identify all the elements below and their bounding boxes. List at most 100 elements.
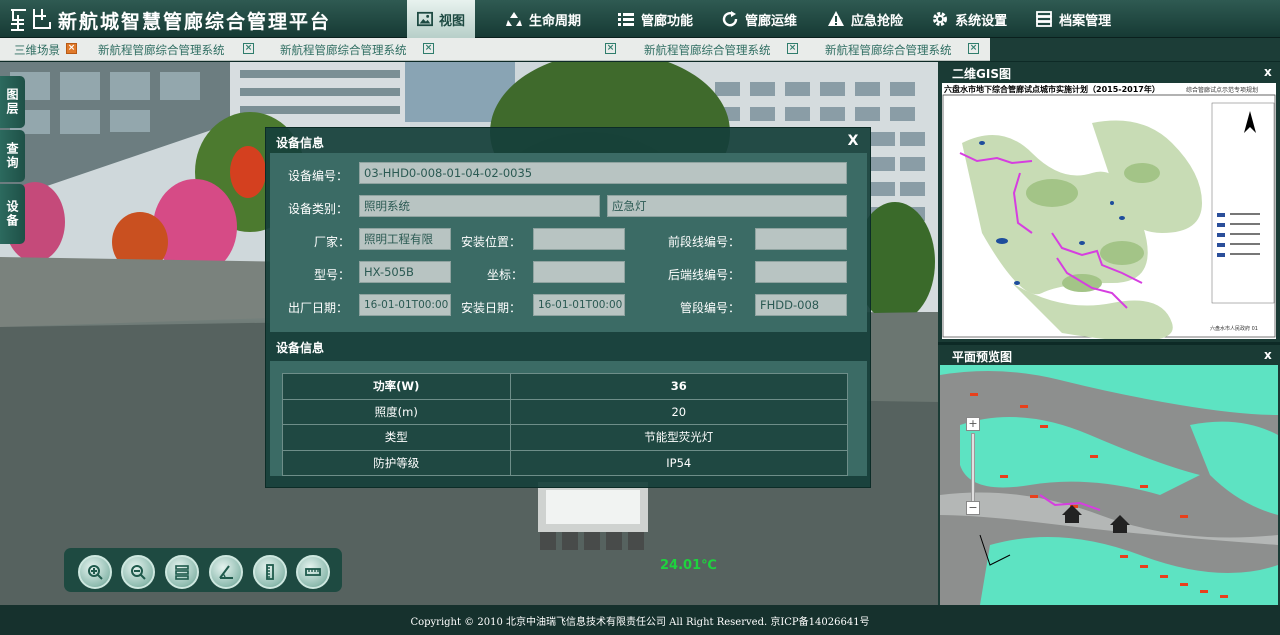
tab-3d-scene[interactable]: 三维场景 [14, 38, 60, 61]
nav-item-view[interactable]: 视图 [407, 0, 475, 38]
tab-system-3[interactable]: 新航程管廊综合管理系统 [644, 38, 771, 61]
front-line-no-label: 前段线编号： [668, 235, 741, 249]
nav-label: 管廊运维 [745, 13, 798, 29]
side-tab-layers[interactable]: 图层 [0, 76, 25, 128]
nav-item-corridor-functions[interactable]: 管廊功能 [607, 0, 703, 38]
tab-label: 新航程管廊综合管理系统 [644, 42, 771, 57]
tab-close-button[interactable]: × [968, 43, 979, 54]
tab-close-button[interactable]: × [605, 43, 616, 54]
segment-no-label: 管段编号： [680, 301, 741, 315]
manufacturer-field[interactable]: 照明工程有限 [359, 228, 451, 250]
table-row: 照度(m) 20 [282, 398, 849, 425]
install-location-field[interactable] [533, 228, 625, 250]
temperature-readout: 24.01℃ [660, 558, 717, 573]
device-form: 设备编号： 03-HHD0-008-01-04-02-0035 设备类别： 照明… [270, 153, 867, 332]
nav-item-lifecycle[interactable]: 生命周期 [495, 0, 591, 38]
tab-label: 新航程管廊综合管理系统 [280, 42, 407, 57]
spec-value: 36 [509, 373, 849, 400]
nav-item-corridor-ops[interactable]: 管廊运维 [711, 0, 807, 38]
spec-panel: 功率(W) 36 照度(m) 20 类型 节能型荧光灯 防护等级 IP54 [270, 361, 867, 476]
layers-button[interactable] [165, 555, 199, 589]
angle-measure-button[interactable] [209, 555, 243, 589]
plan-preview-panel: 平面预览图 x + − [938, 345, 1280, 605]
manufacture-date-label: 出厂日期： [288, 301, 349, 315]
gis-panel-close-button[interactable]: x [1264, 65, 1272, 79]
map-zoom-out-button[interactable]: − [966, 501, 980, 515]
preview-panel-close-button[interactable]: x [1264, 348, 1272, 362]
side-tab-bar: 图层 查询 设备 [0, 76, 25, 246]
side-tab-query[interactable]: 查询 [0, 130, 25, 182]
main-nav: 视图 生命周期 管廊功能 管廊运维 应急抢险 系统设置 档案管理 [407, 0, 1121, 38]
side-tab-label: 设备 [5, 200, 19, 228]
image-icon [417, 11, 433, 27]
height-measure-button[interactable] [253, 555, 287, 589]
spec-name: 功率(W) [282, 373, 511, 400]
spec-table: 功率(W) 36 照度(m) 20 类型 节能型荧光灯 防护等级 IP54 [282, 373, 849, 476]
page-footer: Copyright © 2010 北京中油瑞飞信息技术有限责任公司 All Ri… [0, 605, 1280, 635]
section-title: 设备信息 [276, 341, 325, 355]
front-line-no-field[interactable] [755, 228, 847, 250]
coordinates-field[interactable] [533, 261, 625, 283]
preview-panel-title: 平面预览图 [952, 350, 1013, 364]
spec-name: 类型 [282, 424, 511, 451]
preview-map-drawing [940, 365, 1278, 605]
model-field[interactable]: HX-505B [359, 261, 451, 283]
tab-close-button[interactable]: × [787, 43, 798, 54]
install-date-label: 安装日期： [461, 301, 522, 315]
nav-item-system-settings[interactable]: 系统设置 [921, 0, 1017, 38]
nav-item-archives[interactable]: 档案管理 [1025, 0, 1121, 38]
nav-label: 应急抢险 [851, 13, 904, 29]
dialog-close-button[interactable]: X [844, 132, 862, 150]
zoom-out-button[interactable] [121, 555, 155, 589]
gis-panel: 二维GIS图 x 六盘水市地下综合管廊试点城市实施计划（2015-2017年） … [938, 62, 1280, 342]
tab-close-button[interactable]: × [423, 43, 434, 54]
map-zoom-in-button[interactable]: + [966, 417, 980, 431]
tab-system-4[interactable]: 新航程管廊综合管理系统 [825, 38, 952, 61]
side-tab-label: 查询 [5, 142, 19, 170]
zoom-in-button[interactable] [78, 555, 112, 589]
tab-system-2[interactable]: 新航程管廊综合管理系统 [280, 38, 407, 61]
refresh-icon [722, 11, 738, 27]
archive-icon [1036, 11, 1052, 27]
nav-label: 生命周期 [529, 13, 582, 29]
layers-icon [175, 565, 189, 580]
install-location-label: 安装位置： [461, 235, 522, 249]
distance-measure-button[interactable] [296, 555, 330, 589]
coordinates-label: 坐标： [487, 268, 524, 282]
tab-strip: 三维场景 × 新航程管廊综合管理系统 × 新航程管廊综合管理系统 × × 新航程… [0, 38, 990, 61]
app-logo [8, 6, 54, 32]
tab-label: 三维场景 [14, 42, 60, 57]
zoom-out-icon [131, 565, 146, 580]
ruler-icon [305, 568, 321, 576]
gis-map[interactable]: 六盘水市地下综合管廊试点城市实施计划（2015-2017年） 综合管廊试点示范专… [942, 83, 1276, 339]
gis-map-footnote: 六盘水市人民政府 01 [1210, 326, 1258, 332]
nav-label: 管廊功能 [641, 13, 694, 29]
tab-strip-filler [990, 38, 1280, 61]
spec-value: IP54 [509, 449, 849, 476]
spec-value: 20 [509, 398, 849, 425]
table-row: 功率(W) 36 [282, 373, 849, 400]
side-tab-device[interactable]: 设备 [0, 184, 25, 244]
install-date-field[interactable]: 16-01-01T00:00 [533, 294, 625, 316]
tab-system-1[interactable]: 新航程管廊综合管理系统 [98, 38, 225, 61]
manufacture-date-field[interactable]: 16-01-01T00:00 [359, 294, 451, 316]
nav-label: 档案管理 [1059, 13, 1112, 29]
table-row: 类型 节能型荧光灯 [282, 424, 849, 451]
rear-line-no-field[interactable] [755, 261, 847, 283]
device-id-field[interactable]: 03-HHD0-008-01-04-02-0035 [359, 162, 847, 184]
gis-panel-title: 二维GIS图 [952, 67, 1011, 81]
measure-toolbar [64, 548, 342, 592]
tab-close-button[interactable]: × [66, 43, 77, 54]
plan-preview-map[interactable]: + − [940, 365, 1278, 605]
tab-close-button[interactable]: × [243, 43, 254, 54]
nav-item-emergency[interactable]: 应急抢险 [817, 0, 913, 38]
map-zoom-slider[interactable] [971, 433, 975, 503]
angle-icon [219, 565, 233, 579]
device-subtype-field[interactable]: 应急灯 [607, 195, 847, 217]
side-tab-label: 图层 [5, 88, 19, 116]
segment-no-field[interactable]: FHDD-008 [755, 294, 847, 316]
list-icon [618, 13, 635, 26]
device-type-field[interactable]: 照明系统 [359, 195, 600, 217]
app-title: 新航城智慧管廊综合管理平台 [58, 11, 332, 33]
table-row: 防护等级 IP54 [282, 449, 849, 476]
